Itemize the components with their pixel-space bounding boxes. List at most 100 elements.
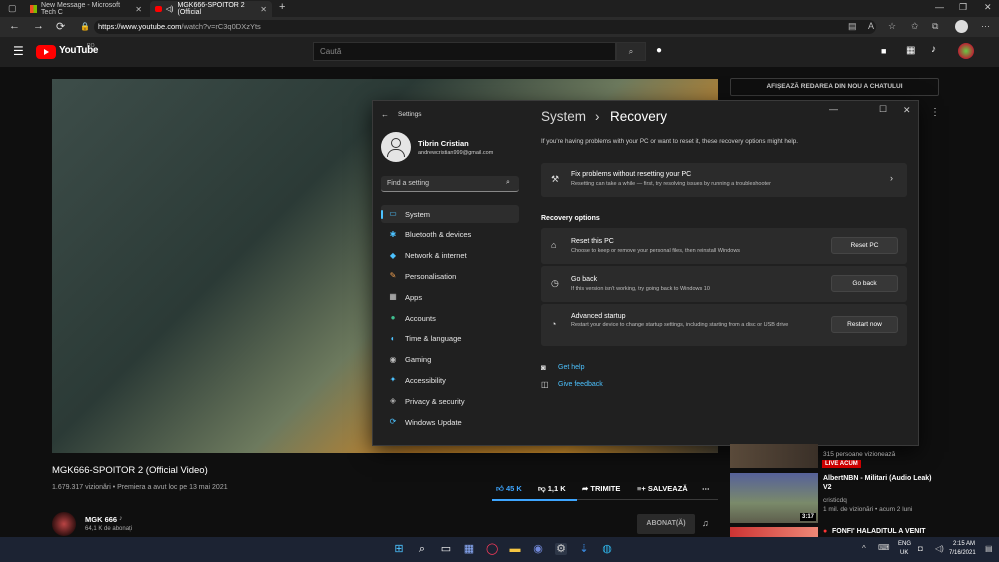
thumbs-down-icon: 👎︎ xyxy=(538,484,546,493)
favorites-icon[interactable]: ✩ xyxy=(911,21,919,32)
nav-item-apps[interactable]: ▦ Apps xyxy=(381,288,519,306)
nav-item-gaming[interactable]: ◉ Gaming xyxy=(381,351,519,369)
language-indicator[interactable]: ENG xyxy=(898,541,911,547)
clock-time[interactable]: 2:15 AM xyxy=(953,541,975,547)
more-actions-icon[interactable]: ⋯ xyxy=(702,484,710,493)
nav-item-accounts[interactable]: ● Accounts xyxy=(381,309,519,327)
show-chat-replay-button[interactable]: AFIȘEAZĂ REDAREA DIN NOU A CHATULUI xyxy=(730,78,939,96)
search-icon[interactable]: ⌕ xyxy=(506,179,510,187)
chevron-up-icon[interactable]: ^ xyxy=(862,544,866,553)
give-feedback-link[interactable]: Give feedback xyxy=(558,381,603,388)
bell-icon[interactable]: ♪ xyxy=(931,44,936,55)
edge-icon[interactable]: ◍ xyxy=(601,543,613,555)
tab-youtube[interactable]: ◁) MGK666-SPOITOR 2 (Official ✕ xyxy=(150,1,272,17)
discord-icon[interactable]: ◉ xyxy=(532,543,544,555)
search-icon[interactable]: ⌕ xyxy=(416,543,428,555)
nav-item-windows-update[interactable]: ⟳ Windows Update xyxy=(381,413,519,431)
start-icon[interactable]: ⊞ xyxy=(393,543,405,555)
url-field[interactable]: https://www.youtube.com/watch?v=rC3q0DXz… xyxy=(94,20,876,34)
reset-pc-button[interactable]: Reset PC xyxy=(831,237,898,254)
divider xyxy=(492,499,718,501)
reader-icon[interactable]: A xyxy=(868,21,874,31)
back-icon[interactable]: ← xyxy=(9,20,20,32)
nav-item-label: Gaming xyxy=(405,355,432,365)
close-icon[interactable]: ✕ xyxy=(135,5,142,14)
volume-icon[interactable]: ◁) xyxy=(935,544,944,553)
notifications-icon[interactable]: ▤ xyxy=(985,544,993,553)
nav-item-personalisation[interactable]: ✎ Personalisation xyxy=(381,267,519,285)
close-icon[interactable]: ✕ xyxy=(260,5,267,14)
tab-new-message[interactable]: New Message - Microsoft Tech C ✕ xyxy=(25,1,147,17)
nav-item-bluetooth-devices[interactable]: ✱ Bluetooth & devices xyxy=(381,226,519,244)
clock-date[interactable]: 7/16/2021 xyxy=(949,550,976,556)
subscriber-count: 64,1 K de abonați xyxy=(85,526,133,532)
recommendation-channel[interactable]: cristicdq xyxy=(823,497,847,504)
nav-item-privacy-security[interactable]: ◈ Privacy & security xyxy=(381,392,519,410)
more-icon[interactable]: ⋯ xyxy=(981,21,990,32)
subscribe-button[interactable]: ABONAT(Ă) xyxy=(637,514,695,534)
close-button[interactable]: ✕ xyxy=(903,105,911,116)
recommendation-thumbnail[interactable]: 3:17 xyxy=(730,473,818,523)
new-tab-button[interactable]: + xyxy=(279,1,285,13)
recommendation-title[interactable]: AlbertNBN - Militari (Audio Leak) V2 xyxy=(823,474,938,492)
task-view-icon[interactable]: ▭ xyxy=(440,543,452,555)
get-help-link[interactable]: Get help xyxy=(558,364,584,371)
nav-item-time-language[interactable]: ◐ Time & language xyxy=(381,330,519,348)
create-video-icon[interactable]: ■ xyxy=(881,46,886,56)
go-back-button[interactable]: Go back xyxy=(831,275,898,292)
channel-name[interactable]: MGK 666 xyxy=(85,515,117,524)
settings-gear-icon[interactable]: ⚙ xyxy=(555,543,567,555)
network-icon[interactable]: ◘ xyxy=(918,544,923,553)
restart-now-button[interactable]: Restart now xyxy=(831,316,898,333)
viewers-count: 315 persoane vizionează xyxy=(823,451,896,458)
lock-icon[interactable]: 🔒 xyxy=(80,22,90,31)
minimize-button[interactable]: — xyxy=(935,2,944,12)
youtube-logo-icon[interactable] xyxy=(36,45,56,59)
share-icon: ➦ xyxy=(582,484,589,493)
dislike-button[interactable]: 👎︎ 1,1 K xyxy=(538,484,566,494)
share-button[interactable]: ➦ TRIMITE xyxy=(582,484,620,493)
apps-grid-icon[interactable]: ▦ xyxy=(906,45,915,56)
speaker-icon[interactable]: ◁) xyxy=(166,5,174,13)
nav-item-network-internet[interactable]: ◆ Network & internet xyxy=(381,247,519,265)
region-indicator[interactable]: UK xyxy=(900,550,908,556)
recommendation-thumbnail[interactable] xyxy=(730,527,818,537)
card-description: Resetting can take a while — first, try … xyxy=(571,181,771,187)
minimize-button[interactable]: — xyxy=(829,104,838,114)
tab-actions-icon[interactable]: ▢ xyxy=(8,3,17,14)
recommendation-thumbnail[interactable] xyxy=(730,444,818,468)
opera-icon[interactable]: ◯ xyxy=(486,543,498,555)
bell-icon[interactable]: ♫ xyxy=(702,518,709,528)
channel-avatar[interactable] xyxy=(958,43,974,59)
go-back-card: ◷ Go back If this version isn't working,… xyxy=(541,266,907,302)
channel-avatar[interactable] xyxy=(52,512,76,536)
more-options-icon[interactable]: ⋮ xyxy=(930,107,940,118)
nav-item-system[interactable]: ▭ System xyxy=(381,205,519,223)
maximize-button[interactable]: ☐ xyxy=(879,104,887,115)
fix-problems-card[interactable]: ⚒ Fix problems without resetting your PC… xyxy=(541,163,907,197)
menu-icon[interactable]: ☰ xyxy=(13,44,24,58)
youtube-search-input[interactable]: Caută xyxy=(313,42,616,61)
collections-icon[interactable]: ⧉ xyxy=(932,21,938,32)
profile-avatar[interactable] xyxy=(955,20,968,33)
refresh-icon[interactable]: ⟳ xyxy=(56,20,65,33)
restore-button[interactable]: ❐ xyxy=(959,2,967,13)
recommendation-title[interactable]: FONFI' HALADITUL A VENIT xyxy=(832,528,926,535)
file-explorer-icon[interactable]: ▬ xyxy=(509,543,521,555)
breadcrumb-parent[interactable]: System xyxy=(541,109,586,124)
keyboard-icon[interactable]: ⌨ xyxy=(878,543,890,552)
app-available-icon[interactable]: ▤ xyxy=(848,21,857,32)
nav-item-accessibility[interactable]: ✦ Accessibility xyxy=(381,371,519,389)
widgets-icon[interactable]: ▦ xyxy=(463,543,475,555)
forward-icon[interactable]: → xyxy=(33,20,44,32)
nav-item-label: Network & internet xyxy=(405,251,467,261)
close-window-button[interactable]: ✕ xyxy=(984,2,992,13)
like-button[interactable]: 👍︎ 45 K xyxy=(496,484,522,494)
microphone-icon[interactable]: ● xyxy=(656,45,662,56)
search-icon[interactable]: ⌕ xyxy=(616,42,646,61)
store-icon[interactable]: ⇣ xyxy=(578,543,590,555)
settings-search-input[interactable]: Find a setting ⌕ xyxy=(381,176,519,192)
save-button[interactable]: ≡+ SALVEAZĂ xyxy=(637,484,688,493)
back-arrow-icon[interactable]: ← xyxy=(381,110,389,119)
favorite-icon[interactable]: ☆ xyxy=(888,21,896,32)
